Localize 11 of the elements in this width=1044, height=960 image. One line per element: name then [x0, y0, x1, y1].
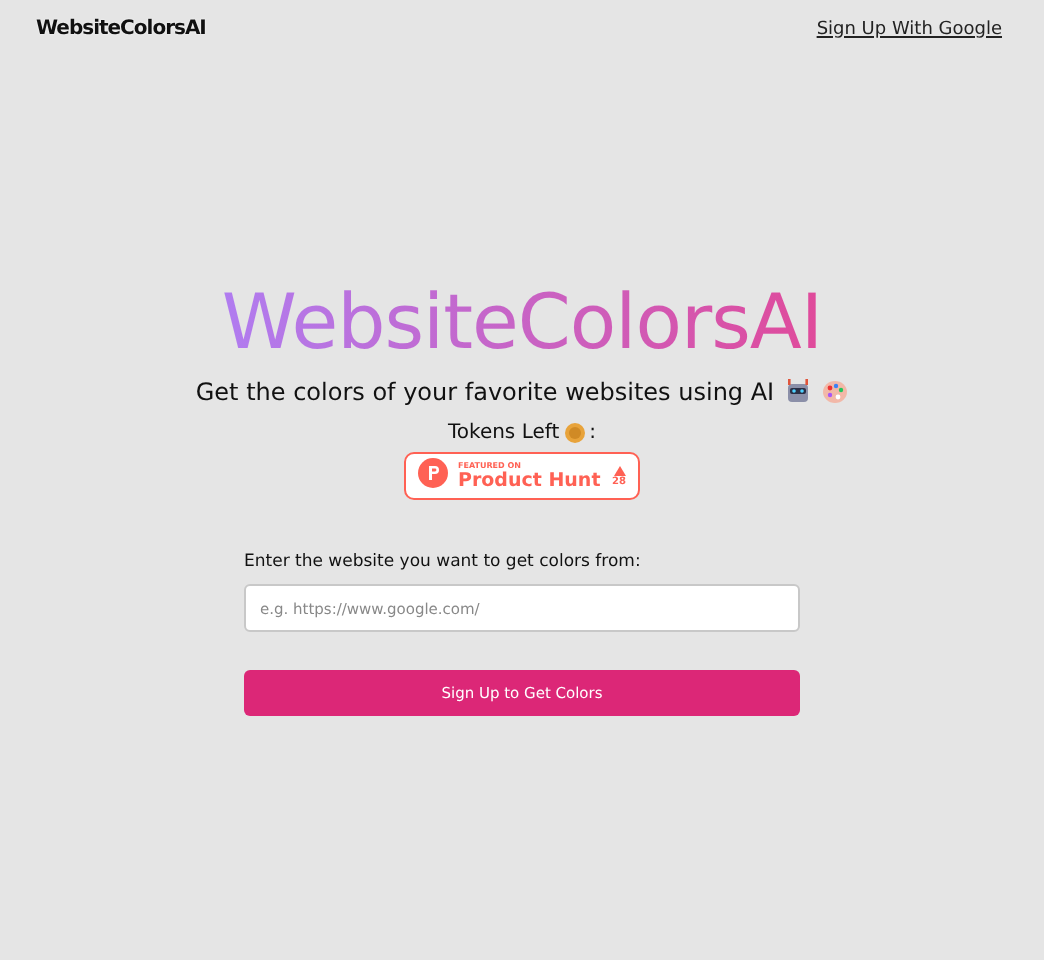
sign-up-link[interactable]: Sign Up With Google — [816, 19, 1002, 39]
robot-icon — [784, 378, 813, 406]
tokens-label: Tokens Left — [447, 422, 560, 444]
badge-name: Product Hunt — [458, 470, 603, 492]
palette-icon — [822, 380, 849, 404]
field-label: Enter the website you want to get colors from: — [244, 552, 643, 572]
coin-icon — [563, 422, 586, 444]
subtitle: Get the colors of your favorite websites using AI — [195, 378, 775, 406]
logo[interactable]: WebsiteColorsAI — [36, 18, 206, 40]
upvote-icon — [613, 465, 626, 475]
tokens-colon: : — [589, 422, 597, 444]
